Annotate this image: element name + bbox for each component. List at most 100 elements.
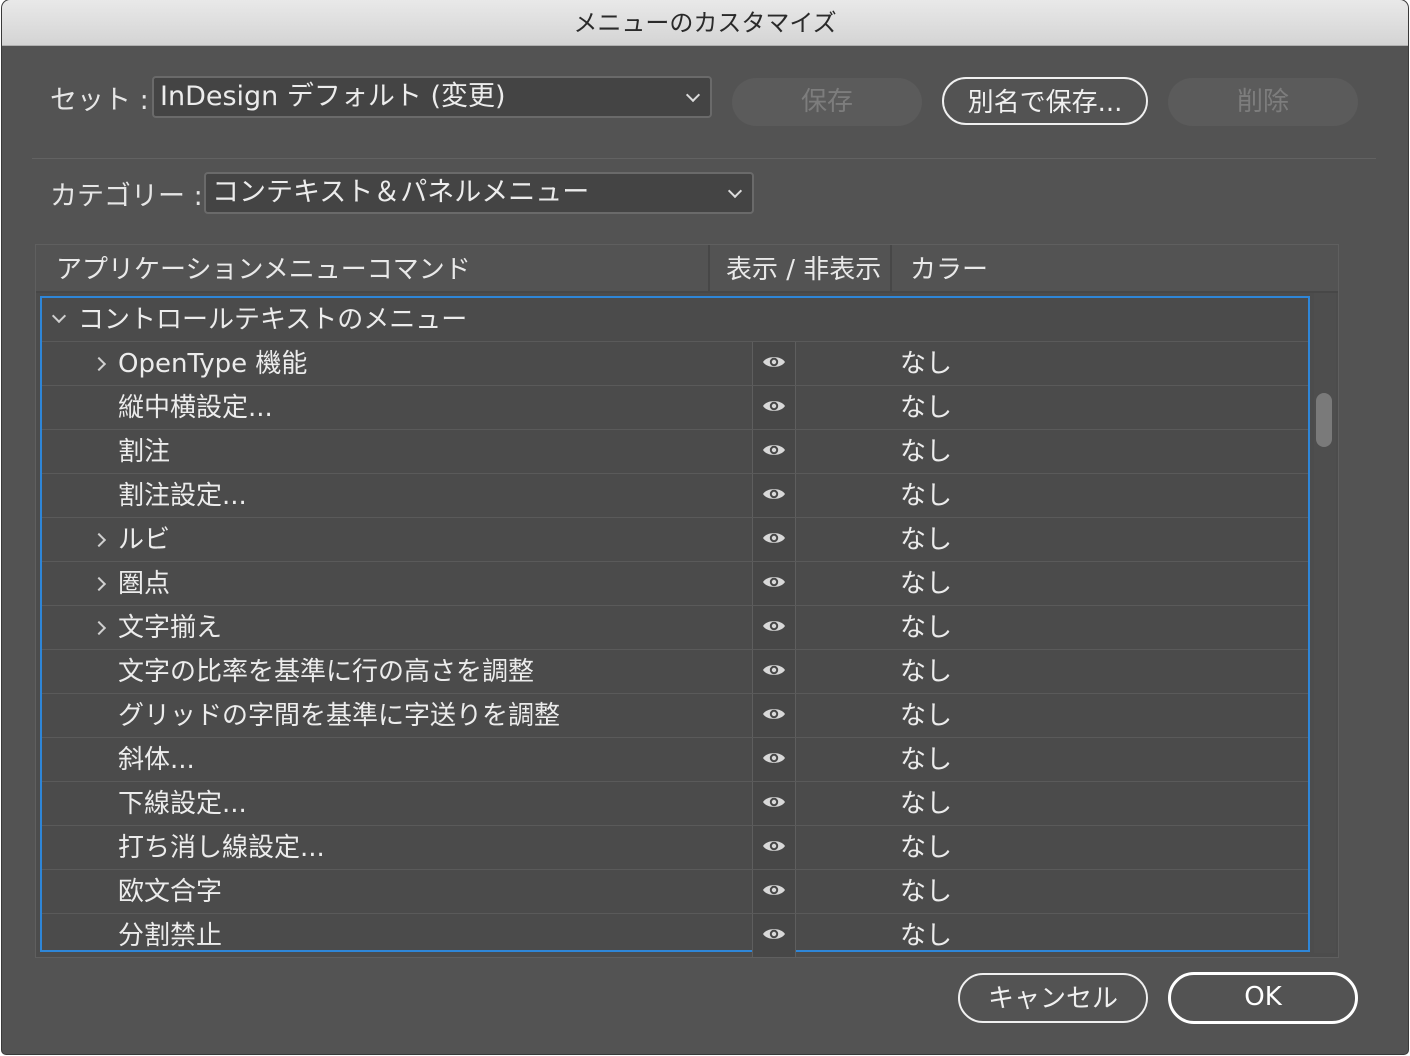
category-label: カテゴリー : — [50, 181, 203, 212]
eye-icon — [762, 838, 786, 858]
chevron-right-icon[interactable] — [91, 532, 107, 548]
color-value[interactable]: なし — [900, 342, 952, 386]
table-row[interactable]: 斜体... なし — [42, 738, 1308, 782]
cancel-button[interactable]: キャンセル — [958, 973, 1148, 1023]
visibility-toggle[interactable] — [752, 606, 796, 649]
dialog-title: メニューのカスタマイズ — [2, 0, 1408, 46]
visibility-toggle[interactable] — [752, 474, 796, 517]
color-value[interactable]: なし — [900, 826, 952, 870]
scrollbar-thumb[interactable] — [1316, 393, 1332, 447]
color-value[interactable]: なし — [900, 430, 952, 474]
table-row[interactable]: 割注 なし — [42, 430, 1308, 474]
visibility-toggle[interactable] — [752, 782, 796, 825]
table-row[interactable]: 圏点 なし — [42, 562, 1308, 606]
eye-icon — [762, 750, 786, 770]
eye-icon — [762, 486, 786, 506]
chevron-down-icon — [727, 183, 743, 199]
color-value[interactable]: なし — [900, 474, 952, 518]
save-button[interactable]: 保存 — [732, 78, 922, 126]
eye-icon — [762, 354, 786, 374]
column-header-color[interactable]: カラー — [910, 245, 988, 291]
save-as-button[interactable]: 別名で保存... — [942, 77, 1148, 125]
eye-icon — [762, 662, 786, 682]
table-body[interactable]: コントロールテキストのメニュー OpenType 機能 なし 縦中横設定... なし割… — [40, 296, 1310, 957]
color-value[interactable]: なし — [900, 782, 952, 826]
eye-icon — [762, 882, 786, 902]
command-label: 文字の比率を基準に行の高さを調整 — [118, 657, 535, 687]
visibility-toggle[interactable] — [752, 342, 796, 385]
table-row[interactable]: グリッドの字間を基準に字送りを調整 なし — [42, 694, 1308, 738]
color-value[interactable]: なし — [900, 694, 952, 738]
category-dropdown-value: コンテキスト＆パネルメニュー — [212, 177, 590, 208]
table-row[interactable]: 文字揃え なし — [42, 606, 1308, 650]
command-label: OpenType 機能 — [118, 349, 308, 379]
table-row[interactable]: ルビ なし — [42, 518, 1308, 562]
delete-button[interactable]: 削除 — [1168, 78, 1358, 126]
visibility-toggle[interactable] — [752, 694, 796, 737]
set-dropdown-value: InDesign デフォルト (変更) — [160, 81, 506, 112]
chevron-right-icon[interactable] — [91, 576, 107, 592]
chevron-down-icon — [685, 87, 701, 103]
table-row[interactable]: 縦中横設定... なし — [42, 386, 1308, 430]
eye-icon — [762, 706, 786, 726]
command-label: 割注 — [118, 437, 171, 467]
visibility-toggle[interactable] — [752, 562, 796, 605]
chevron-right-icon[interactable] — [91, 620, 107, 636]
eye-icon — [762, 398, 786, 418]
color-value[interactable]: なし — [900, 914, 952, 957]
eye-icon — [762, 530, 786, 550]
command-label: 欧文合字 — [118, 877, 223, 907]
visibility-toggle[interactable] — [752, 518, 796, 561]
column-header-visibility[interactable]: 表示 / 非表示 — [726, 245, 881, 291]
table-row[interactable]: 文字の比率を基準に行の高さを調整 なし — [42, 650, 1308, 694]
group-row[interactable]: コントロールテキストのメニュー — [42, 298, 1308, 342]
column-header-command[interactable]: アプリケーションメニューコマンド — [56, 245, 471, 291]
set-dropdown[interactable]: InDesign デフォルト (変更) — [152, 76, 712, 118]
scrollbar-track[interactable] — [1314, 293, 1336, 953]
command-label: 割注設定... — [118, 481, 247, 511]
visibility-toggle[interactable] — [752, 386, 796, 429]
column-divider — [708, 245, 710, 291]
eye-icon — [762, 794, 786, 814]
column-divider — [890, 245, 892, 291]
command-label: 斜体... — [118, 745, 195, 775]
color-value[interactable]: なし — [900, 606, 952, 650]
table-row[interactable]: OpenType 機能 なし — [42, 342, 1308, 386]
visibility-toggle[interactable] — [752, 650, 796, 693]
command-label: 圏点 — [118, 569, 171, 599]
color-value[interactable]: なし — [900, 562, 952, 606]
divider — [32, 158, 1376, 159]
table-row[interactable]: 欧文合字 なし — [42, 870, 1308, 914]
color-value[interactable]: なし — [900, 650, 952, 694]
table-header: アプリケーションメニューコマンド 表示 / 非表示 カラー — [36, 245, 1338, 293]
chevron-right-icon[interactable] — [91, 356, 107, 372]
group-label: コントロールテキストのメニュー — [78, 305, 468, 335]
command-label: 分割禁止 — [118, 921, 223, 951]
visibility-toggle[interactable] — [752, 870, 796, 913]
ok-button[interactable]: OK — [1168, 972, 1358, 1024]
command-label: 文字揃え — [118, 613, 223, 643]
visibility-toggle[interactable] — [752, 914, 796, 957]
table-row[interactable]: 打ち消し線設定... なし — [42, 826, 1308, 870]
customize-menu-dialog: メニューのカスタマイズ セット : InDesign デフォルト (変更) 保存… — [2, 0, 1408, 1054]
category-dropdown[interactable]: コンテキスト＆パネルメニュー — [204, 172, 754, 214]
command-label: 下線設定... — [118, 789, 247, 819]
color-value[interactable]: なし — [900, 386, 952, 430]
color-value[interactable]: なし — [900, 518, 952, 562]
set-label: セット : — [50, 85, 149, 116]
command-label: ルビ — [118, 525, 171, 555]
menu-command-table: アプリケーションメニューコマンド 表示 / 非表示 カラー コントロールテキスト… — [35, 244, 1339, 958]
table-row[interactable]: 分割禁止 なし — [42, 914, 1308, 957]
visibility-toggle[interactable] — [752, 430, 796, 473]
eye-icon — [762, 618, 786, 638]
eye-icon — [762, 926, 786, 946]
table-row[interactable]: 下線設定... なし — [42, 782, 1308, 826]
table-row[interactable]: 割注設定... なし — [42, 474, 1308, 518]
visibility-toggle[interactable] — [752, 826, 796, 869]
color-value[interactable]: なし — [900, 870, 952, 914]
color-value[interactable]: なし — [900, 738, 952, 782]
chevron-down-icon[interactable] — [51, 308, 67, 324]
command-label: 打ち消し線設定... — [118, 833, 325, 863]
command-label: 縦中横設定... — [118, 393, 273, 423]
visibility-toggle[interactable] — [752, 738, 796, 781]
